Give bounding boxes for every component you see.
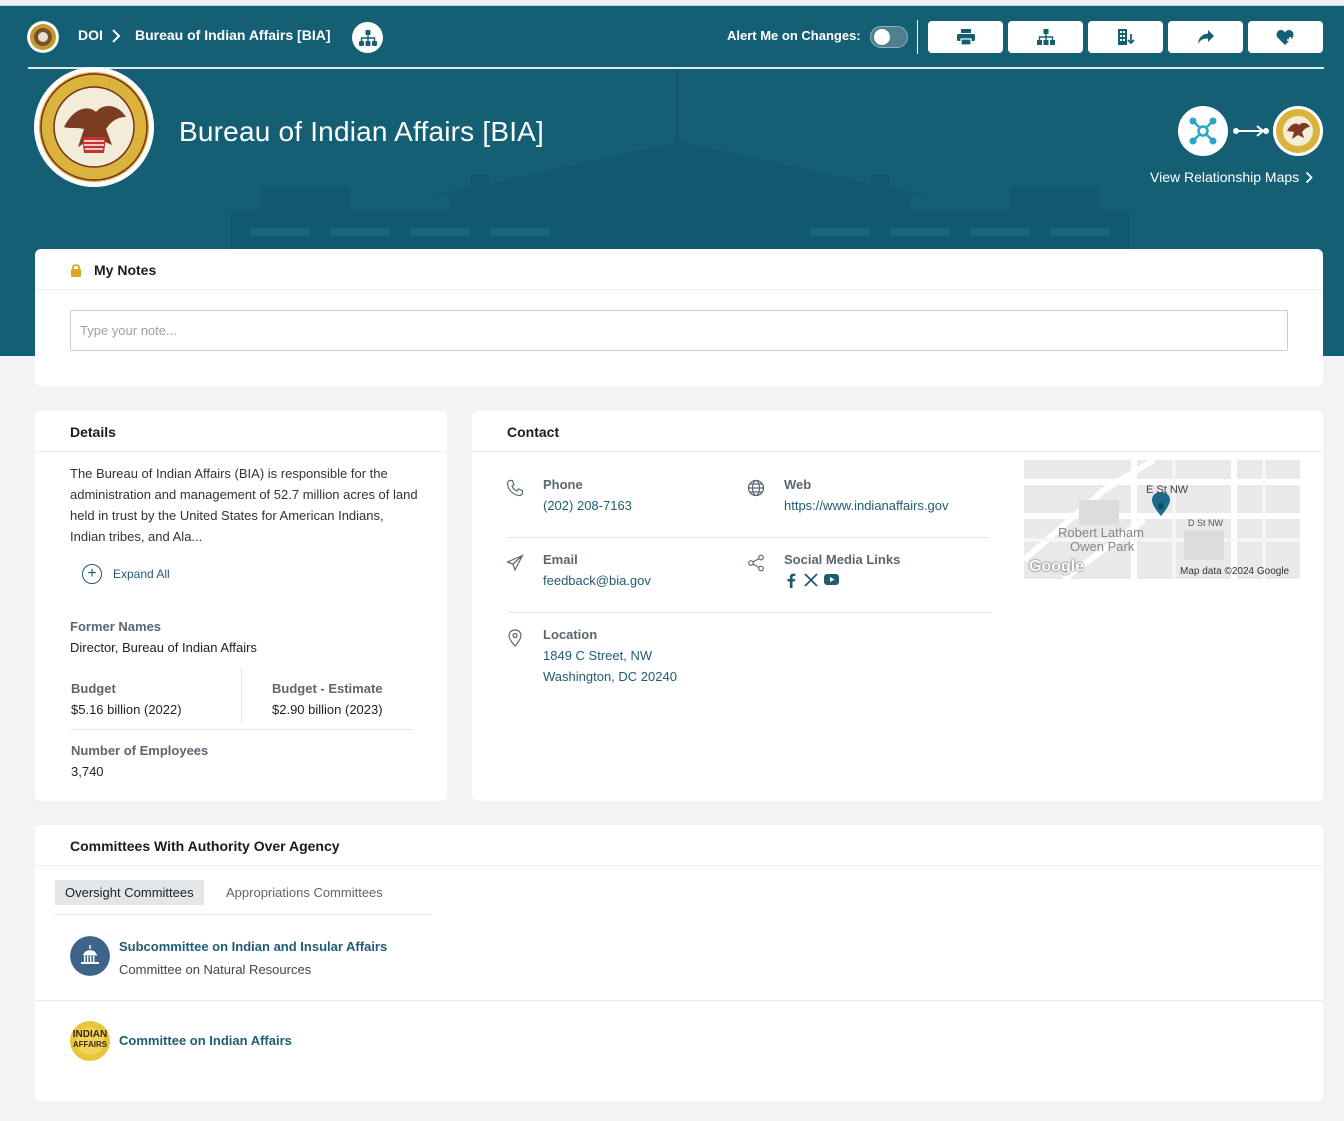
alert-me-label: Alert Me on Changes:	[727, 28, 861, 43]
former-names-label: Former Names	[70, 619, 162, 634]
heart-plus-icon	[1276, 29, 1293, 45]
plus-circle-icon: +	[82, 564, 102, 584]
web-link[interactable]: https://www.indianaffairs.gov	[784, 495, 949, 516]
committee-divider	[35, 1000, 1323, 1001]
contact-divider	[507, 537, 990, 538]
network-icon	[1189, 117, 1217, 145]
lock-icon	[71, 264, 81, 277]
top-bar: DOI Bureau of Indian Affairs [BIA] Alert…	[0, 6, 1344, 68]
phone-icon	[506, 479, 524, 497]
agency-description: The Bureau of Indian Affairs (BIA) is re…	[70, 466, 418, 544]
expand-all-label: Expand All	[113, 567, 170, 581]
contact-title: Contact	[507, 424, 560, 440]
building-download-icon	[1117, 29, 1135, 45]
indian-affairs-logo: INDIAN AFFAIRS	[70, 1021, 110, 1061]
map-attribution: Map data ©2024 Google	[1180, 566, 1290, 577]
details-divider	[70, 729, 413, 730]
contact-divider	[507, 612, 990, 613]
breadcrumb-current: Bureau of Indian Affairs [BIA]	[135, 27, 331, 43]
location-line1[interactable]: 1849 C Street, NW	[543, 645, 652, 666]
page-title: Bureau of Indian Affairs [BIA]	[179, 116, 545, 147]
location-pin-icon	[508, 629, 522, 647]
social-links-label: Social Media Links	[784, 552, 901, 567]
hierarchy-button[interactable]	[1008, 21, 1083, 53]
details-card: Details The Bureau of Indian Affairs (BI…	[35, 411, 447, 801]
tabs-divider	[54, 914, 430, 915]
share-icon	[1197, 30, 1214, 44]
x-twitter-icon[interactable]	[804, 573, 818, 587]
map-street-label: D St NW	[1188, 518, 1223, 528]
logo-text: AFFAIRS	[72, 1040, 108, 1049]
toolbar-divider	[917, 20, 918, 54]
map-park-label: Robert Latham	[1058, 525, 1144, 540]
logo-text: INDIAN	[72, 1029, 108, 1040]
map-brand-logo: Google	[1029, 558, 1085, 575]
budget-value: $5.16 billion (2022)	[71, 702, 182, 717]
sitemap-icon	[1036, 29, 1055, 45]
connection-arrow-icon	[1233, 125, 1269, 137]
committees-title: Committees With Authority Over Agency	[70, 838, 340, 854]
phone-link[interactable]: (202) 208-7163	[543, 495, 632, 516]
youtube-icon[interactable]	[824, 574, 839, 585]
share-button[interactable]	[1168, 21, 1243, 53]
details-title: Details	[70, 424, 116, 440]
location-map[interactable]: E St NW D St NW Robert Latham Owen Park …	[1024, 460, 1300, 579]
committees-card: Committees With Authority Over Agency Ov…	[35, 825, 1323, 1101]
facebook-icon[interactable]	[786, 573, 796, 588]
share-nodes-icon	[748, 554, 764, 572]
map-street-label: E St NW	[1146, 484, 1189, 496]
email-label: Email	[543, 552, 578, 567]
employees-label: Number of Employees	[71, 743, 209, 758]
former-names-value: Director, Bureau of Indian Affairs	[70, 640, 257, 655]
details-header: Details	[35, 411, 447, 452]
relationship-map-button[interactable]	[1178, 106, 1228, 156]
tab-appropriations[interactable]: Appropriations Committees	[216, 880, 393, 905]
expand-all-button[interactable]: + Expand All	[82, 564, 170, 584]
bia-seal-small-logo	[1273, 106, 1323, 156]
map-park-label: Owen Park	[1070, 539, 1135, 554]
tab-oversight[interactable]: Oversight Committees	[55, 880, 204, 905]
print-button[interactable]	[928, 21, 1003, 53]
parent-committee: Committee on Natural Resources	[119, 962, 312, 977]
relationship-link-label: View Relationship Maps	[1150, 169, 1300, 185]
committee-link[interactable]: Subcommittee on Indian and Insular Affai…	[119, 939, 387, 954]
location-line2[interactable]: Washington, DC 20240	[543, 666, 677, 687]
contact-card: Contact Phone (202) 208-7163 Web https:/…	[472, 411, 1323, 801]
org-chart-button[interactable]	[352, 22, 383, 53]
capitol-icon	[70, 936, 110, 976]
my-notes-card: My Notes	[35, 249, 1323, 386]
bia-seal-logo	[34, 67, 154, 187]
favorite-button[interactable]	[1248, 21, 1323, 53]
printer-icon	[956, 29, 975, 45]
committee-link[interactable]: Committee on Indian Affairs	[119, 1033, 292, 1048]
web-label: Web	[784, 477, 812, 492]
location-label: Location	[543, 627, 598, 642]
header-divider	[28, 67, 1324, 69]
notes-header: My Notes	[35, 249, 1323, 290]
notes-title: My Notes	[94, 262, 157, 278]
doi-seal-logo[interactable]	[27, 21, 59, 53]
committees-header: Committees With Authority Over Agency	[35, 825, 1323, 866]
view-relationship-maps-link[interactable]: View Relationship Maps	[1150, 169, 1313, 185]
chevron-right-icon	[112, 29, 121, 43]
employees-value: 3,740	[71, 764, 104, 779]
budget-estimate-value: $2.90 billion (2023)	[272, 702, 383, 717]
org-chart-icon	[358, 29, 377, 46]
email-link[interactable]: feedback@bia.gov	[543, 570, 651, 591]
phone-label: Phone	[543, 477, 583, 492]
budget-label: Budget	[71, 681, 116, 696]
building-silhouette-image	[230, 66, 1130, 256]
send-icon	[506, 554, 524, 572]
breadcrumb-root[interactable]: DOI	[78, 27, 103, 43]
budget-divider	[241, 667, 242, 723]
globe-icon	[747, 479, 765, 497]
alert-toggle[interactable]	[870, 26, 908, 48]
contact-header: Contact	[472, 411, 1323, 452]
budget-estimate-label: Budget - Estimate	[272, 681, 383, 696]
export-button[interactable]	[1088, 21, 1163, 53]
chevron-right-icon	[1306, 171, 1313, 183]
note-input[interactable]	[70, 310, 1288, 351]
